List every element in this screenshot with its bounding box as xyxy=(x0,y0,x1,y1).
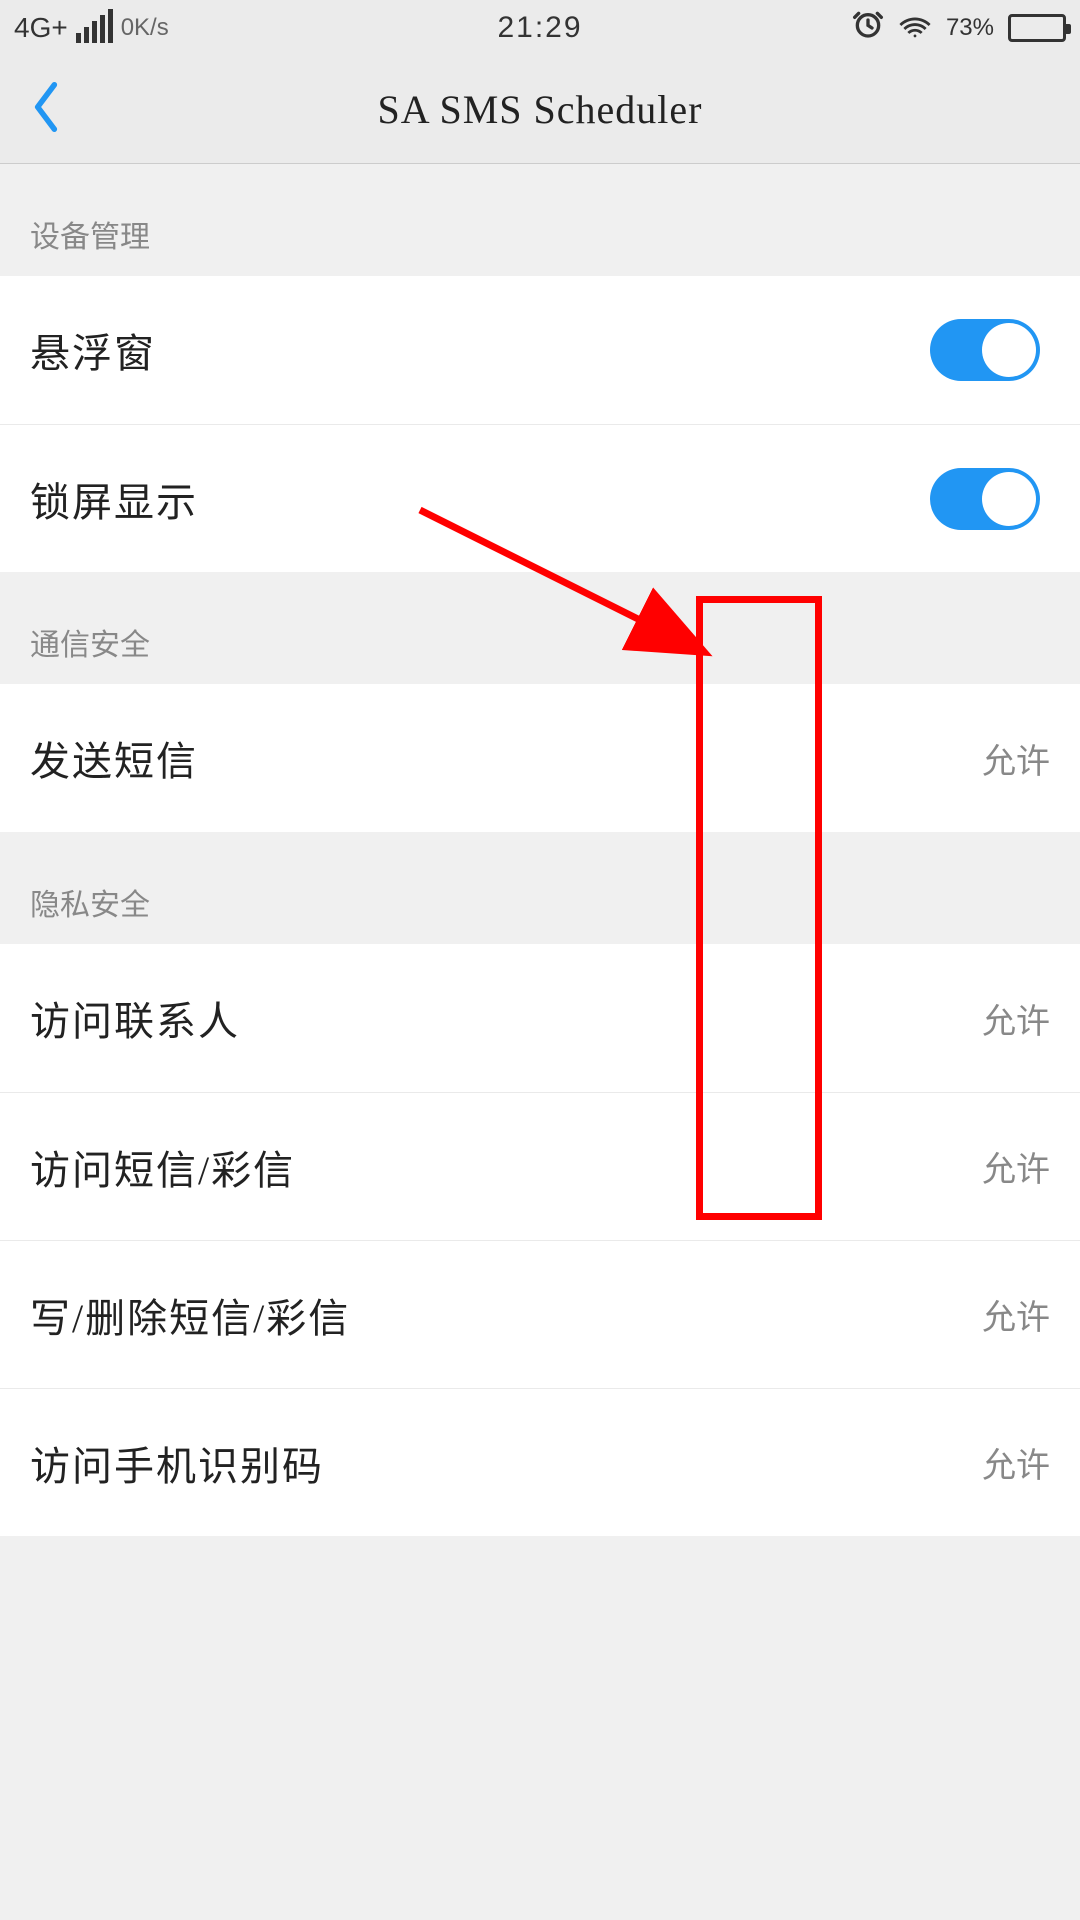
toggle-switch[interactable] xyxy=(930,319,1040,381)
network-type: 4G+ xyxy=(14,12,68,44)
setting-value: 允许 xyxy=(982,994,1050,1043)
back-button[interactable] xyxy=(30,82,62,137)
setting-label: 发送短信 xyxy=(30,729,198,787)
setting-access-sms-mms[interactable]: 访问短信/彩信 允许 xyxy=(0,1092,1080,1240)
alarm-icon xyxy=(852,8,884,48)
comm-settings-list: 发送短信 允许 xyxy=(0,684,1080,832)
signal-bars-icon xyxy=(76,13,113,43)
setting-label: 访问手机识别码 xyxy=(30,1434,324,1492)
setting-label: 访问联系人 xyxy=(30,989,240,1047)
section-header-device: 设备管理 xyxy=(0,164,1080,276)
setting-label: 悬浮窗 xyxy=(30,321,156,379)
device-settings-list: 悬浮窗 锁屏显示 xyxy=(0,276,1080,572)
setting-value: 允许 xyxy=(982,1142,1050,1191)
battery-icon xyxy=(1008,14,1066,42)
setting-lockscreen-display[interactable]: 锁屏显示 xyxy=(0,424,1080,572)
page-title: SA SMS Scheduler xyxy=(378,86,703,133)
setting-label: 锁屏显示 xyxy=(30,470,198,528)
setting-access-device-id[interactable]: 访问手机识别码 允许 xyxy=(0,1388,1080,1536)
setting-floating-window[interactable]: 悬浮窗 xyxy=(0,276,1080,424)
wifi-icon xyxy=(898,9,932,48)
toggle-switch[interactable] xyxy=(930,468,1040,530)
nav-bar: SA SMS Scheduler xyxy=(0,56,1080,164)
setting-label: 写/删除短信/彩信 xyxy=(30,1286,350,1344)
privacy-settings-list: 访问联系人 允许 访问短信/彩信 允许 写/删除短信/彩信 允许 访问手机识别码… xyxy=(0,944,1080,1536)
network-speed: 0K/s xyxy=(121,14,169,42)
setting-value: 允许 xyxy=(982,1290,1050,1339)
status-time: 21:29 xyxy=(497,11,582,45)
setting-value: 允许 xyxy=(982,734,1050,783)
setting-access-contacts[interactable]: 访问联系人 允许 xyxy=(0,944,1080,1092)
section-header-comm: 通信安全 xyxy=(0,572,1080,684)
status-left: 4G+ 0K/s xyxy=(14,12,169,44)
setting-send-sms[interactable]: 发送短信 允许 xyxy=(0,684,1080,832)
status-bar: 4G+ 0K/s 21:29 73% xyxy=(0,0,1080,56)
battery-percent: 73% xyxy=(946,14,994,42)
setting-write-delete-sms-mms[interactable]: 写/删除短信/彩信 允许 xyxy=(0,1240,1080,1388)
section-header-privacy: 隐私安全 xyxy=(0,832,1080,944)
setting-value: 允许 xyxy=(982,1438,1050,1487)
status-right: 73% xyxy=(852,8,1066,48)
setting-label: 访问短信/彩信 xyxy=(30,1138,295,1196)
